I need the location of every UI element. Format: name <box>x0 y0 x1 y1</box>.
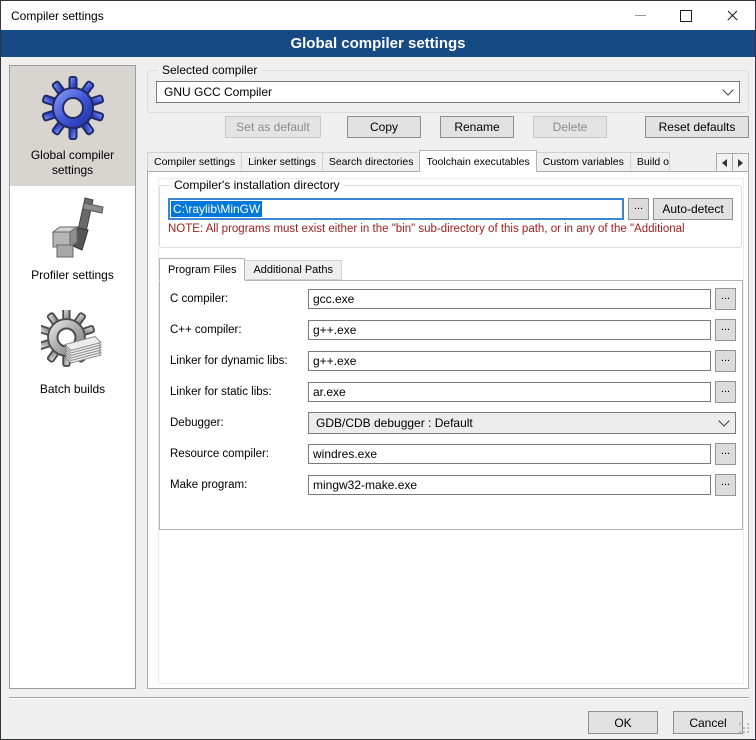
field-label: Linker for static libs: <box>170 386 308 398</box>
field-label: Linker for dynamic libs: <box>170 355 308 367</box>
ok-button[interactable]: OK <box>588 711 658 734</box>
selected-text: C:\raylib\MinGW <box>171 201 262 217</box>
tab-scroll-buttons <box>717 153 749 172</box>
compiler-actions: Set as default Copy Rename Delete Reset … <box>147 116 749 138</box>
compiler-settings-dialog: Compiler settings Global compiler settin… <box>0 0 756 740</box>
browse-button[interactable]: ... <box>715 474 736 496</box>
tab-build-options[interactable]: Build options <box>630 152 670 172</box>
installation-directory-group: Compiler's installation directory C:\ray… <box>159 178 742 248</box>
page-title: Global compiler settings <box>1 30 755 57</box>
c-compiler-input[interactable] <box>308 289 711 309</box>
toolchain-subtabbar: Program Files Additional Paths <box>159 258 742 280</box>
cpp-compiler-input[interactable] <box>308 320 711 340</box>
selected-compiler-group-label: Selected compiler <box>158 63 261 77</box>
cancel-button[interactable]: Cancel <box>673 711 743 734</box>
tab-linker-settings[interactable]: Linker settings <box>241 152 323 172</box>
static-linker-input[interactable] <box>308 382 711 402</box>
browse-button[interactable]: ... <box>715 319 736 341</box>
compiler-select[interactable]: GNU GCC Compiler <box>156 81 740 103</box>
caption-buttons <box>617 1 755 30</box>
close-icon <box>726 9 739 22</box>
browse-directory-button[interactable]: ... <box>628 198 649 220</box>
sidebar-item-label: Profiler settings <box>10 268 135 283</box>
window-title: Compiler settings <box>1 9 104 23</box>
sidebar-item-batch-builds[interactable]: Batch builds <box>10 300 135 420</box>
settings-category-sidebar: Global compiler settings Profiler settin… <box>9 65 136 689</box>
browse-button[interactable]: ... <box>715 350 736 372</box>
reset-defaults-button[interactable]: Reset defaults <box>645 116 749 138</box>
tab-scroll-right-button[interactable] <box>732 153 749 172</box>
dynamic-linker-input[interactable] <box>308 351 711 371</box>
settings-tabbar: Compiler settings Linker settings Search… <box>147 149 749 172</box>
auto-detect-button[interactable]: Auto-detect <box>653 198 733 220</box>
tab-compiler-settings[interactable]: Compiler settings <box>147 152 242 172</box>
minimize-button[interactable] <box>617 1 663 30</box>
tab-search-directories[interactable]: Search directories <box>322 152 421 172</box>
field-row-static-linker: Linker for static libs: ... <box>170 381 736 403</box>
tab-scroll-left-button[interactable] <box>716 153 733 172</box>
delete-button[interactable]: Delete <box>533 116 607 138</box>
field-label: Debugger: <box>170 417 308 429</box>
blue-gear-icon <box>41 76 105 140</box>
chevron-down-icon <box>718 415 729 426</box>
sidebar-item-label: Global compiler settings <box>10 148 135 178</box>
rename-button[interactable]: Rename <box>440 116 514 138</box>
field-label: Make program: <box>170 479 308 491</box>
close-button[interactable] <box>709 1 755 30</box>
maximize-icon <box>680 10 692 22</box>
field-row-c-compiler: C compiler: ... <box>170 288 736 310</box>
debugger-select-value: GDB/CDB debugger : Default <box>316 416 473 430</box>
program-files-panel: C compiler: ... C++ compiler: ... Linker… <box>159 280 743 530</box>
installation-directory-row: C:\raylib\MinGW ... Auto-detect <box>168 198 733 220</box>
gray-gear-stack-icon <box>41 310 105 374</box>
field-row-debugger: Debugger: GDB/CDB debugger : Default <box>170 412 736 434</box>
field-row-resource-compiler: Resource compiler: ... <box>170 443 736 465</box>
browse-button[interactable]: ... <box>715 443 736 465</box>
tab-custom-variables[interactable]: Custom variables <box>536 152 631 172</box>
browse-button[interactable]: ... <box>715 288 736 310</box>
tab-program-files[interactable]: Program Files <box>159 258 245 281</box>
footer-separator <box>9 697 749 699</box>
tab-toolchain-executables[interactable]: Toolchain executables <box>419 150 536 172</box>
minimize-icon <box>635 15 646 16</box>
right-triangle-icon <box>738 159 743 167</box>
field-row-make-program: Make program: ... <box>170 474 736 496</box>
selected-compiler-group: Selected compiler GNU GCC Compiler <box>147 63 749 113</box>
left-triangle-icon <box>722 159 727 167</box>
installation-directory-group-label: Compiler's installation directory <box>170 178 344 192</box>
field-row-dynamic-linker: Linker for dynamic libs: ... <box>170 350 736 372</box>
chevron-down-icon <box>722 84 733 95</box>
field-row-cpp-compiler: C++ compiler: ... <box>170 319 736 341</box>
bin-subdirectory-note: NOTE: All programs must exist either in … <box>168 223 733 235</box>
maximize-button[interactable] <box>663 1 709 30</box>
caliper-icon <box>41 196 105 260</box>
sidebar-item-global-compiler-settings[interactable]: Global compiler settings <box>10 66 135 186</box>
make-program-input[interactable] <box>308 475 711 495</box>
tabs-scroll-area: Compiler settings Linker settings Search… <box>147 149 717 172</box>
toolchain-executables-panel: Compiler's installation directory C:\ray… <box>147 171 749 689</box>
field-label: Resource compiler: <box>170 448 308 460</box>
field-label: C compiler: <box>170 293 308 305</box>
sidebar-item-label: Batch builds <box>10 382 135 397</box>
installation-directory-input[interactable]: C:\raylib\MinGW <box>168 198 624 220</box>
copy-button[interactable]: Copy <box>347 116 421 138</box>
tab-additional-paths[interactable]: Additional Paths <box>244 260 342 280</box>
set-as-default-button[interactable]: Set as default <box>225 116 321 138</box>
titlebar[interactable]: Compiler settings <box>1 1 755 30</box>
sidebar-item-profiler-settings[interactable]: Profiler settings <box>10 186 135 300</box>
field-label: C++ compiler: <box>170 324 308 336</box>
resize-grip[interactable] <box>739 723 751 735</box>
debugger-select[interactable]: GDB/CDB debugger : Default <box>308 412 736 434</box>
compiler-select-value: GNU GCC Compiler <box>164 85 272 99</box>
browse-button[interactable]: ... <box>715 381 736 403</box>
resource-compiler-input[interactable] <box>308 444 711 464</box>
